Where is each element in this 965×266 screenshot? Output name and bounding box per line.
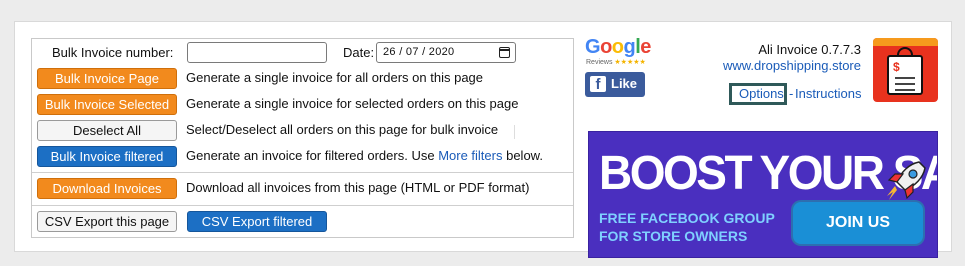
download-invoices-description: Download all invoices from this page (HT… <box>186 180 530 195</box>
divider <box>514 125 515 139</box>
bulk-invoice-tool: Bulk Invoice number: Date: 26 / 07 / 202… <box>31 38 574 238</box>
rocket-icon <box>887 161 926 200</box>
divider <box>32 205 573 206</box>
divider <box>32 172 573 173</box>
google-reviews-text: Reviews <box>586 59 613 66</box>
banner-subtitle-line1: FREE FACEBOOK GROUP <box>599 210 775 226</box>
facebook-like-label: Like <box>611 76 638 91</box>
options-link[interactable]: Options <box>739 86 784 101</box>
download-invoices-button[interactable]: Download Invoices <box>37 178 177 199</box>
facebook-like-button[interactable]: f Like <box>585 72 645 97</box>
bulk-invoice-number-label: Bulk Invoice number: <box>52 45 174 60</box>
ali-invoice-panel: Bulk Invoice number: Date: 26 / 07 / 202… <box>14 21 952 258</box>
bag-body: $ <box>887 55 923 95</box>
invoice-line <box>895 77 915 79</box>
app-info-area: Google Reviews ★★★★★ f Like Ali Invoice … <box>583 36 941 258</box>
banner-subtitle: FREE FACEBOOK GROUP FOR STORE OWNERS <box>599 209 775 245</box>
bulk-invoice-filtered-button[interactable]: Bulk Invoice filtered <box>37 146 177 167</box>
deselect-all-button[interactable]: Deselect All <box>37 120 177 141</box>
more-filters-link[interactable]: More filters <box>438 148 502 163</box>
boost-sales-banner[interactable]: BOOST YOUR SALES FREE FACEBOOK GROUP FOR… <box>588 131 938 258</box>
dollar-icon: $ <box>893 60 900 74</box>
facebook-icon: f <box>590 76 606 93</box>
app-icon-band <box>873 38 938 46</box>
shopping-bag-invoice-icon: $ <box>873 38 938 102</box>
filtered-description-end: below. <box>502 148 543 163</box>
calendar-icon[interactable] <box>499 47 510 58</box>
google-reviews-logo: Google <box>585 36 651 58</box>
instructions-link[interactable]: Instructions <box>795 86 861 101</box>
deselect-all-description: Select/Deselect all orders on this page … <box>186 122 499 137</box>
invoice-line <box>895 89 915 91</box>
bulk-invoice-selected-description: Generate a single invoice for selected o… <box>186 96 519 111</box>
invoice-line <box>895 83 915 85</box>
date-label: Date: <box>343 45 375 60</box>
bulk-invoice-page-button[interactable]: Bulk Invoice Page <box>37 68 177 89</box>
date-input[interactable]: 26 / 07 / 2020 <box>376 42 516 63</box>
join-us-button[interactable]: JOIN US <box>793 202 923 244</box>
bulk-invoice-selected-button[interactable]: Bulk Invoice Selected <box>37 94 177 115</box>
banner-subtitle-line2: FOR STORE OWNERS <box>599 228 748 244</box>
google-stars: ★★★★★ <box>614 59 646 66</box>
google-reviews-caption: Reviews ★★★★★ <box>586 58 646 66</box>
website-link[interactable]: www.dropshipping.store <box>723 58 861 73</box>
date-value: 26 / 07 / 2020 <box>383 46 455 58</box>
bulk-invoice-filtered-description: Generate an invoice for filtered orders.… <box>186 148 543 163</box>
filtered-description-text: Generate an invoice for filtered orders.… <box>186 148 439 163</box>
csv-export-filtered-button[interactable]: CSV Export filtered <box>187 211 327 232</box>
bulk-invoice-number-input[interactable] <box>187 42 327 63</box>
link-separator: - <box>789 86 794 101</box>
csv-export-page-button[interactable]: CSV Export this page <box>37 211 177 232</box>
app-name-version: Ali Invoice 0.7.7.3 <box>758 42 861 57</box>
bulk-invoice-page-description: Generate a single invoice for all orders… <box>186 70 484 85</box>
